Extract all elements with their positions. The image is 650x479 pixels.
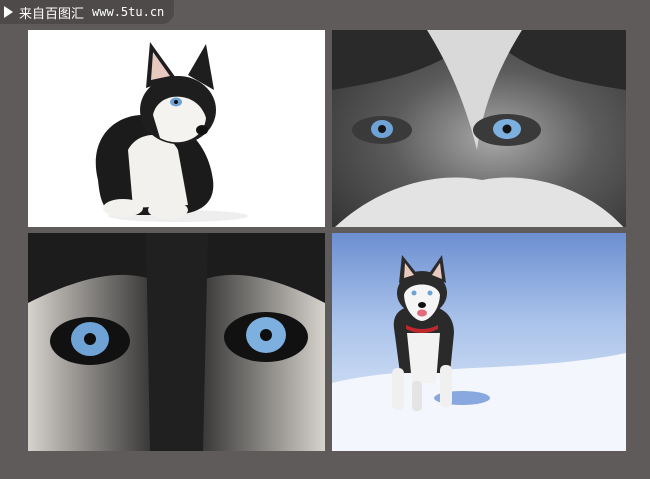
watermark-name: 来自百图汇 xyxy=(19,6,85,22)
husky-face-illustration xyxy=(332,30,626,227)
husky-eyes-illustration xyxy=(28,233,325,451)
puppy-sitting-illustration xyxy=(95,42,248,222)
photo-puppy-running-snow xyxy=(332,233,626,451)
play-arrow-icon xyxy=(4,6,13,18)
puppy-running-illustration xyxy=(332,255,626,451)
photo-husky-eyes-macro xyxy=(28,233,325,451)
image-collage: 来自百图汇 www.5tu.cn xyxy=(0,0,650,479)
watermark-banner: 来自百图汇 www.5tu.cn xyxy=(0,0,175,24)
photo-husky-face-closeup xyxy=(332,30,626,227)
watermark-site: www.5tu.cn xyxy=(92,5,165,19)
photo-puppy-sitting xyxy=(28,30,325,227)
